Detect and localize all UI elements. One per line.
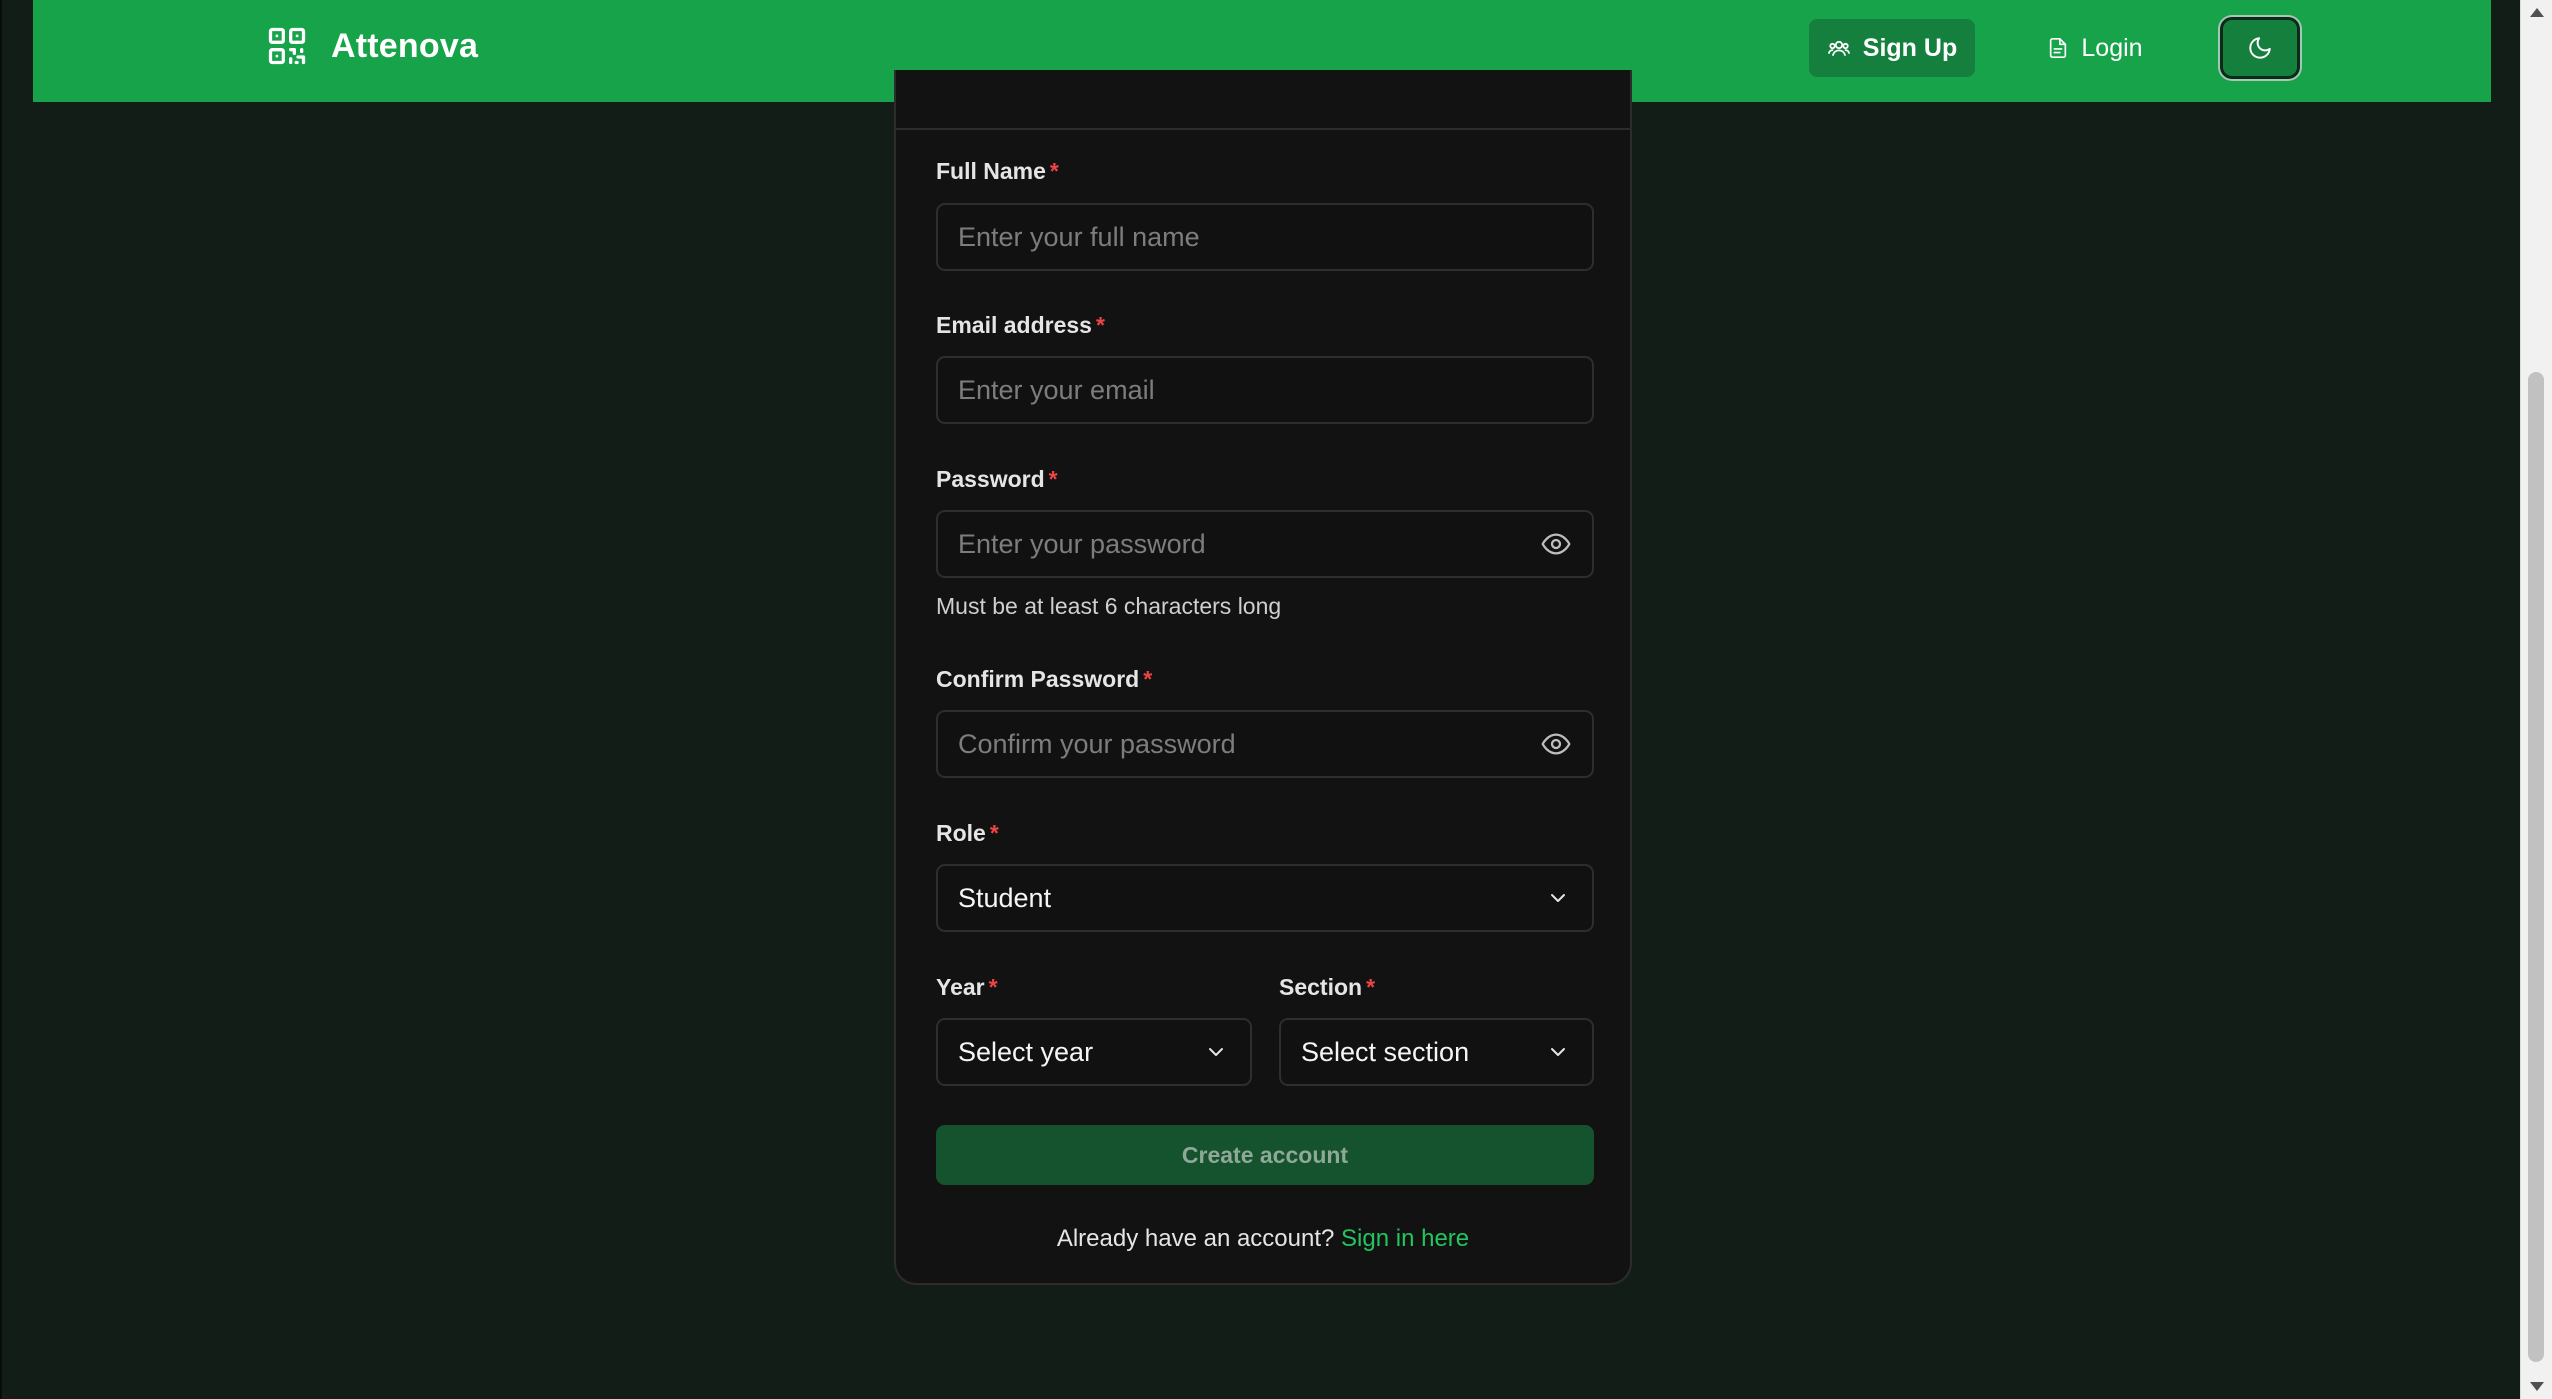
login-nav-label: Login [2081, 33, 2143, 62]
required-mark: * [1095, 312, 1105, 338]
brand[interactable]: Attenova [265, 24, 478, 68]
role-select[interactable]: Student [936, 864, 1594, 932]
password-input[interactable]: Enter your password [936, 510, 1594, 578]
page-scrollbar[interactable] [2520, 0, 2552, 1399]
year-select[interactable]: Select year [936, 1018, 1252, 1086]
signin-prompt-text: Already have an account? [1056, 1225, 1335, 1252]
qr-code-icon [268, 27, 306, 65]
page-viewport: Attenova Sign Up Login Full Name * Enter… [0, 0, 2520, 1399]
chevron-down-icon [1551, 894, 1565, 902]
login-nav-button[interactable]: Login [2037, 19, 2153, 77]
file-icon [2050, 38, 2067, 58]
signin-prompt: Already have an account? Sign in here [896, 1225, 1630, 1253]
signup-nav-label: Sign Up [1862, 33, 1958, 62]
scroll-up-arrow-icon[interactable] [2530, 8, 2544, 17]
chevron-down-icon [1209, 1048, 1223, 1056]
email-label: Email address * [936, 312, 1105, 338]
brand-name: Attenova [331, 26, 479, 65]
confirm-password-label: Confirm Password * [936, 666, 1153, 692]
section-label: Section * [1279, 974, 1376, 1000]
email-input[interactable]: Enter your email [936, 356, 1594, 424]
eye-icon[interactable] [1540, 728, 1572, 760]
role-value: Student [958, 882, 1052, 913]
section-select[interactable]: Select section [1279, 1018, 1594, 1086]
role-label: Role * [936, 820, 999, 846]
scrollbar-thumb[interactable] [2528, 372, 2544, 1362]
password-label: Password * [936, 466, 1058, 492]
section-value: Select section [1301, 1036, 1470, 1067]
signin-link[interactable]: Sign in here [1341, 1225, 1469, 1252]
required-mark: * [1048, 466, 1058, 492]
required-mark: * [1049, 158, 1059, 184]
required-mark: * [989, 820, 999, 846]
eye-icon[interactable] [1540, 528, 1572, 560]
create-account-button[interactable]: Create account [936, 1125, 1594, 1185]
chevron-down-icon [1551, 1048, 1565, 1056]
theme-toggle-button[interactable] [2223, 20, 2297, 76]
required-mark: * [988, 974, 998, 1000]
moon-icon [2249, 37, 2271, 59]
users-icon [1827, 40, 1850, 56]
year-label: Year * [936, 974, 998, 1000]
scroll-down-arrow-icon[interactable] [2530, 1382, 2544, 1391]
card-divider [896, 128, 1630, 130]
confirm-password-input[interactable]: Confirm your password [936, 710, 1594, 778]
full-name-placeholder: Enter your full name [958, 221, 1200, 252]
signup-card: Full Name * Enter your full name Email ad… [894, 70, 1632, 1285]
password-placeholder: Enter your password [958, 528, 1206, 559]
required-mark: * [1366, 974, 1376, 1000]
full-name-label: Full Name * [936, 158, 1059, 184]
password-hint: Must be at least 6 characters long [936, 593, 1282, 619]
signup-nav-button[interactable]: Sign Up [1809, 19, 1975, 77]
confirm-password-placeholder: Confirm your password [958, 728, 1236, 759]
year-value: Select year [958, 1036, 1094, 1067]
email-placeholder: Enter your email [958, 374, 1155, 405]
required-mark: * [1143, 666, 1153, 692]
full-name-input[interactable]: Enter your full name [936, 203, 1594, 271]
